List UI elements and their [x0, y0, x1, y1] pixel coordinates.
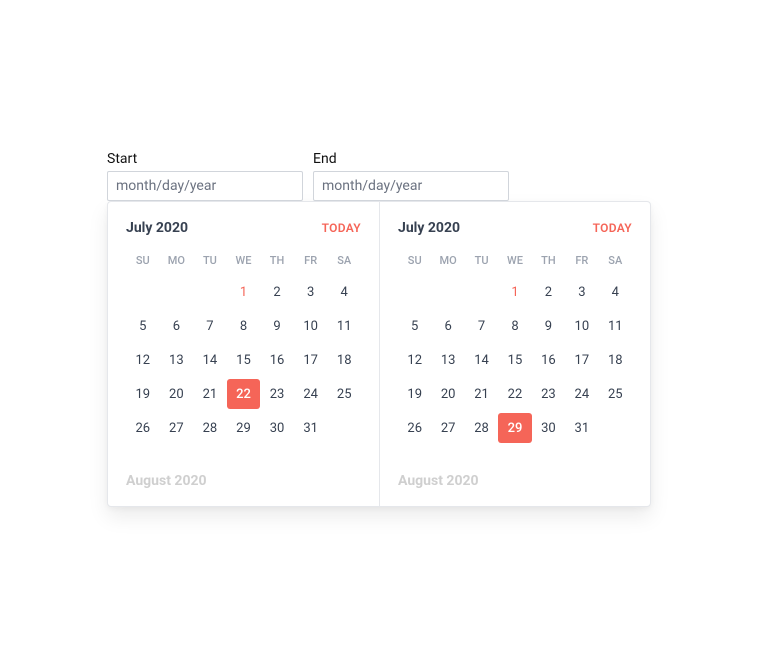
day-header: MO	[160, 250, 194, 271]
calendar-start: July 2020TODAYSUMOTUWETHFRSA123456789101…	[108, 202, 379, 506]
calendar-end: July 2020TODAYSUMOTUWETHFRSA123456789101…	[379, 202, 650, 506]
day-cell[interactable]: 15	[227, 345, 261, 375]
day-header: TH	[532, 250, 565, 271]
day-cell[interactable]: 19	[398, 379, 431, 409]
day-header: TU	[465, 250, 498, 271]
day-cell[interactable]: 2	[260, 277, 294, 307]
day-cell[interactable]: 10	[294, 311, 328, 341]
day-header-row: SUMOTUWETHFRSA	[398, 250, 632, 271]
day-cell[interactable]: 8	[227, 311, 261, 341]
day-cell[interactable]: 17	[294, 345, 328, 375]
day-cell[interactable]: 1	[498, 277, 531, 307]
date-inputs: Start End	[107, 151, 651, 201]
day-cell[interactable]: 8	[498, 311, 531, 341]
day-header-row: SUMOTUWETHFRSA	[126, 250, 361, 271]
day-header: TH	[260, 250, 294, 271]
day-grid: 1234567891011121314151617181920212223242…	[126, 277, 361, 443]
day-cell[interactable]: 31	[565, 413, 598, 443]
day-cell[interactable]: 3	[565, 277, 598, 307]
day-cell[interactable]: 7	[465, 311, 498, 341]
day-cell[interactable]: 23	[532, 379, 565, 409]
day-cell[interactable]: 28	[465, 413, 498, 443]
day-header: TU	[193, 250, 227, 271]
day-cell[interactable]: 14	[465, 345, 498, 375]
day-cell[interactable]: 6	[160, 311, 194, 341]
day-cell[interactable]: 22	[227, 379, 261, 409]
day-cell[interactable]: 2	[532, 277, 565, 307]
end-input[interactable]	[313, 171, 509, 201]
calendar-title: July 2020	[126, 220, 188, 236]
day-cell[interactable]: 7	[193, 311, 227, 341]
day-cell[interactable]: 21	[465, 379, 498, 409]
day-cell[interactable]: 26	[126, 413, 160, 443]
day-header: WE	[498, 250, 531, 271]
start-input[interactable]	[107, 171, 303, 201]
day-cell[interactable]: 23	[260, 379, 294, 409]
day-header: FR	[565, 250, 598, 271]
day-cell[interactable]: 25	[327, 379, 361, 409]
day-header: MO	[431, 250, 464, 271]
day-cell[interactable]: 18	[599, 345, 632, 375]
day-cell[interactable]: 5	[398, 311, 431, 341]
day-cell[interactable]: 9	[532, 311, 565, 341]
day-cell[interactable]: 26	[398, 413, 431, 443]
day-cell[interactable]: 9	[260, 311, 294, 341]
day-cell[interactable]: 12	[398, 345, 431, 375]
day-cell[interactable]: 11	[599, 311, 632, 341]
calendar-panel: July 2020TODAYSUMOTUWETHFRSA123456789101…	[107, 201, 651, 507]
day-cell[interactable]: 17	[565, 345, 598, 375]
day-cell[interactable]: 1	[227, 277, 261, 307]
day-cell[interactable]: 28	[193, 413, 227, 443]
end-field: End	[313, 151, 509, 201]
day-header: SA	[599, 250, 632, 271]
next-month-title: August 2020	[126, 473, 361, 489]
day-cell[interactable]: 24	[294, 379, 328, 409]
day-cell[interactable]: 6	[431, 311, 464, 341]
day-cell[interactable]: 29	[227, 413, 261, 443]
day-cell[interactable]: 11	[327, 311, 361, 341]
next-month-title: August 2020	[398, 473, 632, 489]
day-cell[interactable]: 22	[498, 379, 531, 409]
day-cell[interactable]: 19	[126, 379, 160, 409]
day-cell[interactable]: 21	[193, 379, 227, 409]
day-cell[interactable]: 5	[126, 311, 160, 341]
start-field: Start	[107, 151, 303, 201]
day-header: SA	[327, 250, 361, 271]
day-cell[interactable]: 4	[599, 277, 632, 307]
day-cell[interactable]: 16	[532, 345, 565, 375]
end-label: End	[313, 151, 509, 167]
day-cell[interactable]: 14	[193, 345, 227, 375]
start-label: Start	[107, 151, 303, 167]
day-cell[interactable]: 16	[260, 345, 294, 375]
day-cell[interactable]: 13	[160, 345, 194, 375]
day-cell[interactable]: 10	[565, 311, 598, 341]
day-cell[interactable]: 27	[160, 413, 194, 443]
day-header: SU	[398, 250, 431, 271]
day-cell[interactable]: 20	[160, 379, 194, 409]
day-cell[interactable]: 30	[260, 413, 294, 443]
day-cell[interactable]: 3	[294, 277, 328, 307]
calendar-header: July 2020 TODAY	[126, 220, 361, 236]
day-grid: 1234567891011121314151617181920212223242…	[398, 277, 632, 443]
day-cell[interactable]: 27	[431, 413, 464, 443]
day-cell[interactable]: 12	[126, 345, 160, 375]
day-cell[interactable]: 20	[431, 379, 464, 409]
day-cell[interactable]: 31	[294, 413, 328, 443]
day-cell[interactable]: 13	[431, 345, 464, 375]
day-header: WE	[227, 250, 261, 271]
today-button[interactable]: TODAY	[322, 221, 361, 235]
calendar-header: July 2020 TODAY	[398, 220, 632, 236]
day-header: FR	[294, 250, 328, 271]
today-button[interactable]: TODAY	[593, 221, 632, 235]
day-cell[interactable]: 4	[327, 277, 361, 307]
day-cell[interactable]: 25	[599, 379, 632, 409]
day-cell[interactable]: 30	[532, 413, 565, 443]
day-cell[interactable]: 18	[327, 345, 361, 375]
calendar-title: July 2020	[398, 220, 460, 236]
day-cell[interactable]: 29	[498, 413, 531, 443]
day-cell[interactable]: 15	[498, 345, 531, 375]
day-header: SU	[126, 250, 160, 271]
day-cell[interactable]: 24	[565, 379, 598, 409]
